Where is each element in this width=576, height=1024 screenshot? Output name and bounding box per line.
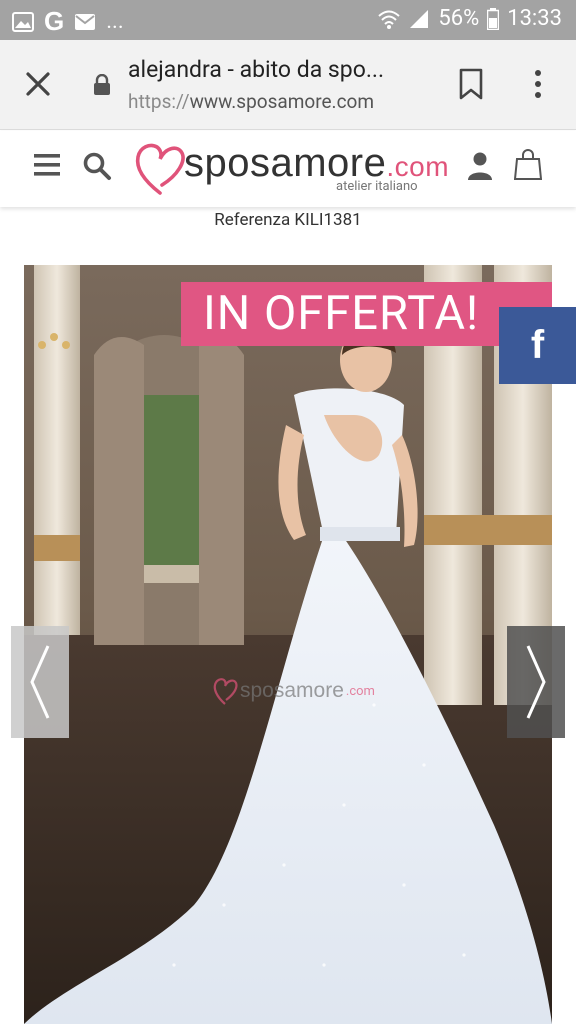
wedding-dress-photo [24,265,552,1024]
status-left: G ... [12,6,124,37]
watermark-tld: .com [345,683,375,699]
chevron-right-icon [526,645,546,719]
previous-image-button[interactable] [11,626,69,738]
status-bar: G ... 56% 13:33 [0,0,576,40]
mail-icon [74,13,96,31]
close-icon [26,72,50,96]
wifi-icon [378,9,401,29]
status-overflow: ... [106,9,124,34]
url-field[interactable]: https://www.sposamore.com [128,90,374,113]
battery-icon [487,7,500,30]
search-icon[interactable] [82,151,112,181]
image-watermark: sposamore .com [212,674,375,708]
status-right: 56% 13:33 [378,6,562,31]
site-header: sposamore.com atelier italiano [0,131,576,207]
facebook-icon: f [530,323,545,367]
site-logo[interactable]: sposamore.com atelier italiano [132,135,452,201]
more-options-button[interactable] [530,68,546,100]
product-image[interactable] [24,265,552,1024]
url-host: www.sposamore.com [189,90,375,113]
url-scheme: https:// [128,90,190,113]
next-image-button[interactable] [507,626,565,738]
user-account-icon[interactable] [466,151,494,181]
close-tab-button[interactable] [20,66,56,102]
logo-tagline: atelier italiano [336,179,418,194]
watermark-brand: sposamore [240,679,344,702]
watermark-heart-icon [213,678,238,705]
browser-toolbar: alejandra - abito da spo... https://www.… [0,40,576,130]
bookmark-button[interactable] [458,68,484,100]
offer-banner: IN OFFERTA! [181,282,552,346]
bookmark-icon [459,68,483,100]
product-reference: Referenza KILI1381 [214,210,362,230]
logo-tld: .com [386,151,450,182]
signal-icon [408,9,430,29]
status-time: 13:33 [507,6,562,31]
heart-logo-icon [135,143,185,195]
facebook-share-button[interactable]: f [499,307,576,384]
gallery-icon [12,11,34,32]
kebab-menu-icon [535,70,541,98]
shopping-bag-icon[interactable] [513,147,543,181]
google-icon: G [44,6,65,36]
page-title[interactable]: alejandra - abito da spo... [128,56,384,83]
chevron-left-icon [30,645,50,719]
lock-icon[interactable] [92,73,112,96]
hamburger-menu-icon[interactable] [34,153,62,177]
battery-percent: 56% [438,6,480,31]
